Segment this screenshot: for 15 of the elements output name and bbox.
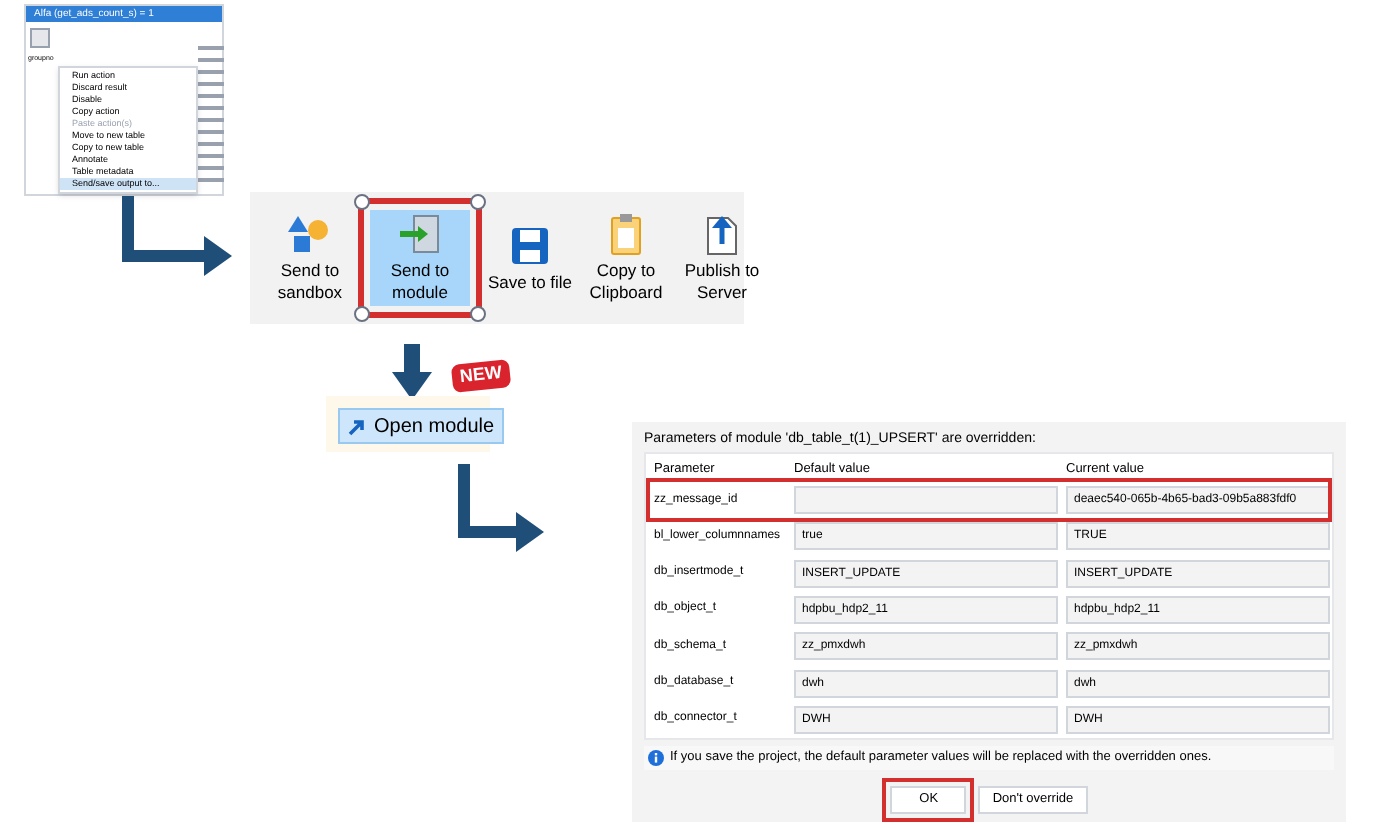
down-arrow xyxy=(392,344,432,400)
open-module-button[interactable]: Open module xyxy=(338,408,505,444)
default-value-field[interactable] xyxy=(794,486,1058,515)
new-badge: NEW xyxy=(450,359,512,392)
shapes-icon xyxy=(288,212,332,256)
toolbar-button[interactable]: Save to file xyxy=(486,210,574,306)
toolbar-button[interactable]: Copy to Clipboard xyxy=(582,210,670,306)
arrow-icon xyxy=(348,417,366,435)
selection-frame xyxy=(358,198,482,318)
toolbar-button[interactable]: Send to sandbox xyxy=(266,210,354,306)
elbow-arrow xyxy=(452,464,544,556)
toolbar-button[interactable]: Send to module xyxy=(370,210,470,306)
import-icon xyxy=(398,212,442,256)
toolbar-button[interactable]: Publish to Server xyxy=(678,210,766,306)
elbow-arrow xyxy=(120,196,232,276)
